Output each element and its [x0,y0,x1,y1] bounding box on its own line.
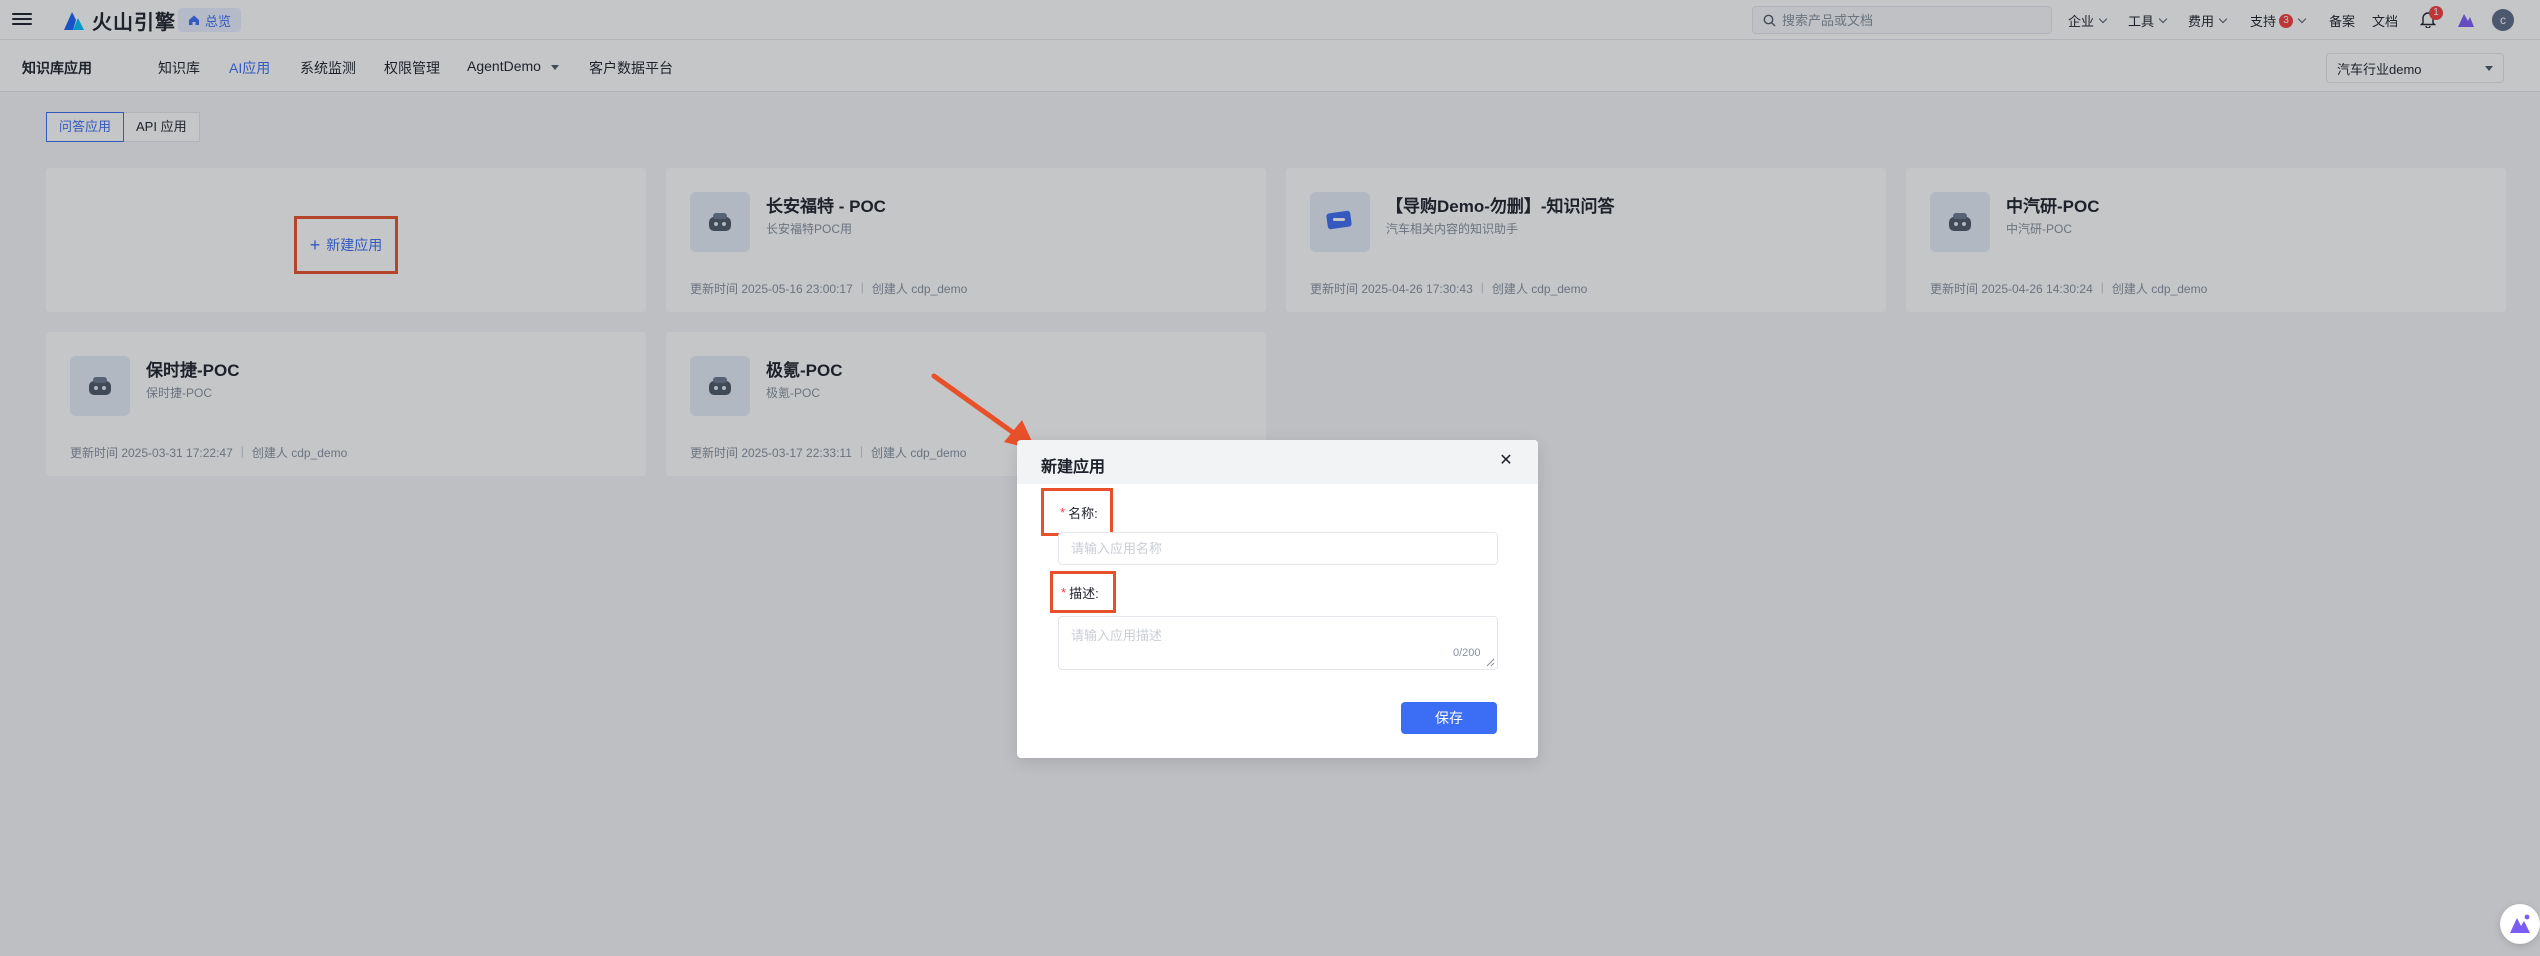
app-desc-textarea[interactable] [1058,616,1498,670]
required-mark: * [1060,504,1066,520]
dialog-header: 新建应用 ✕ [1017,440,1538,484]
char-counter: 0/200 [1453,647,1481,659]
save-button[interactable]: 保存 [1401,702,1497,734]
name-label-text: 名称: [1068,505,1098,521]
dialog-title: 新建应用 [1041,459,1106,476]
new-app-dialog: 新建应用 ✕ * 名称: * 描述: 0/200 保存 [1017,440,1538,758]
desc-label-text: 描述: [1069,585,1099,601]
name-field-label: * 名称: [1041,488,1113,536]
close-icon[interactable]: ✕ [1498,453,1514,469]
desc-field-label: * 描述: [1050,571,1116,613]
resize-handle-icon[interactable] [1486,658,1495,667]
ai-assistant-icon [2510,914,2530,933]
app-name-input[interactable] [1058,532,1498,565]
required-mark: * [1061,584,1067,600]
floating-assistant-button[interactable] [2500,904,2540,944]
